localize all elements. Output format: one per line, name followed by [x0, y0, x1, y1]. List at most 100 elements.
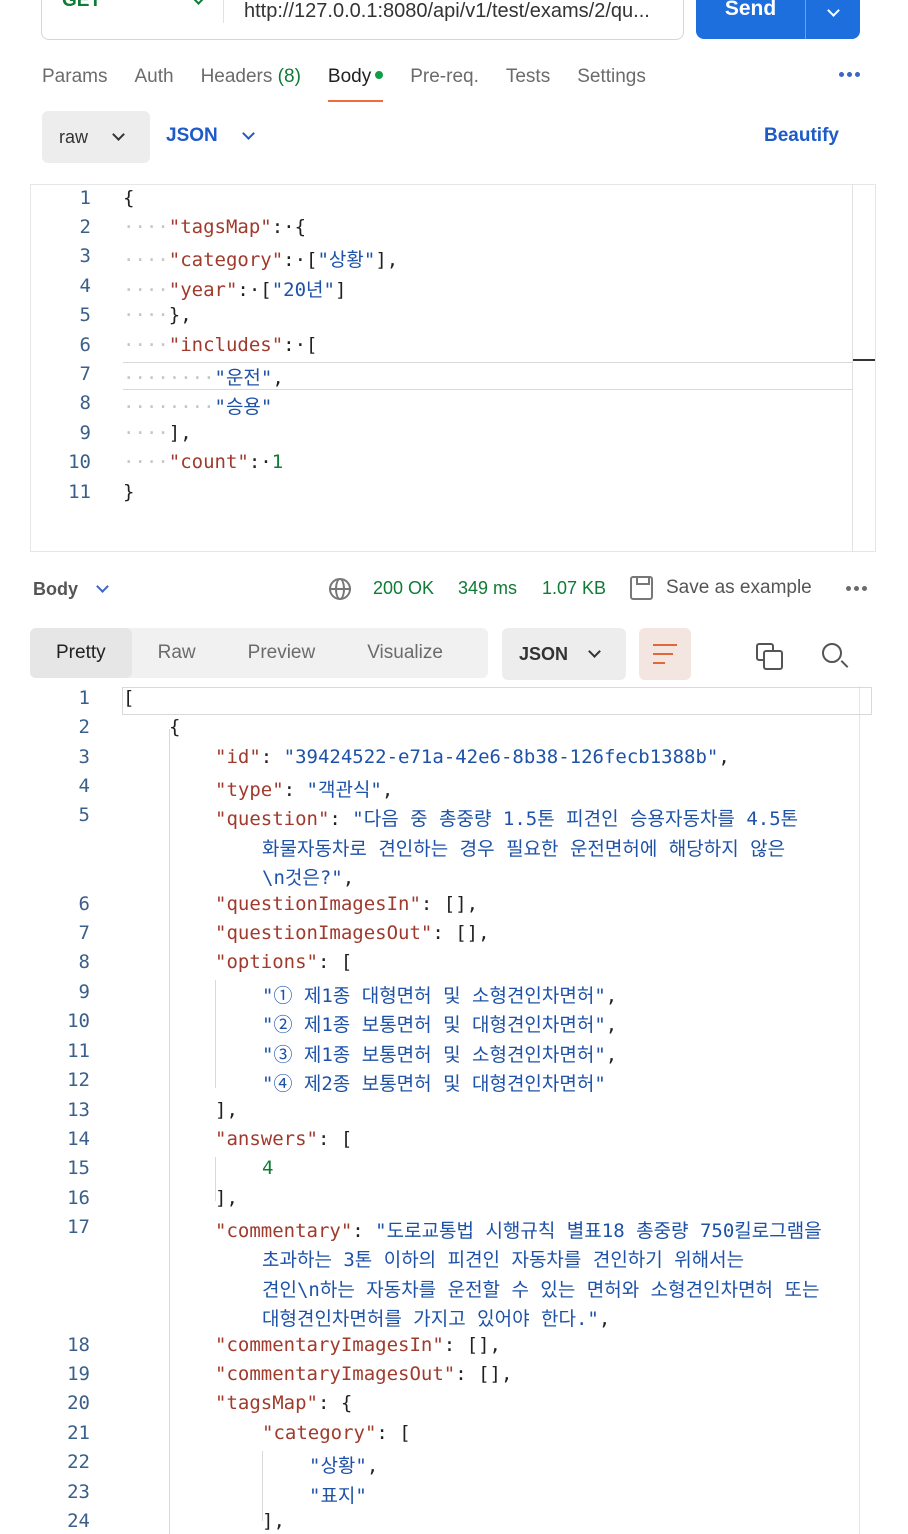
- tab-auth[interactable]: Auth: [134, 62, 173, 102]
- body-mode-label: raw: [59, 126, 89, 147]
- json-string: 견인\n하는 자동차를 운전할 수 있는 면허와 소형견인차면허 또는: [262, 1279, 820, 1301]
- send-options-button[interactable]: [806, 0, 860, 39]
- json-key: "type": [215, 779, 284, 801]
- line-number: 1: [78, 687, 90, 709]
- line-number: 16: [67, 1187, 90, 1209]
- json-string: "20년": [271, 279, 335, 301]
- response-size[interactable]: 1.07 KB: [542, 578, 606, 599]
- tab-headers-label: Headers: [200, 66, 273, 87]
- tab-preview[interactable]: Preview: [222, 628, 342, 678]
- line-number: 7: [78, 922, 90, 944]
- status-badge[interactable]: 200 OK: [373, 578, 434, 599]
- line-number: 14: [67, 1128, 90, 1150]
- url-input[interactable]: http://127.0.0.1:8080/api/v1/test/exams/…: [224, 0, 683, 23]
- chevron-down-icon: [112, 128, 125, 141]
- body-type-bar: raw JSON Beautify: [42, 111, 908, 163]
- wrap-lines-button[interactable]: [639, 628, 691, 680]
- tab-body-label: Body: [327, 66, 372, 87]
- json-string: "승용": [214, 396, 273, 418]
- method-label: GET: [62, 0, 102, 11]
- line-number: 8: [78, 951, 90, 973]
- body-language-select[interactable]: JSON: [166, 125, 255, 147]
- search-icon[interactable]: [822, 643, 842, 663]
- response-format-label: JSON: [519, 643, 569, 664]
- line-number: 5: [78, 804, 90, 826]
- json-number: 4: [262, 1157, 274, 1179]
- json-string: "상황": [317, 249, 376, 271]
- json-string: "④ 제2종 보통면허 및 대형견인차면허": [262, 1073, 606, 1095]
- response-time[interactable]: 349 ms: [458, 578, 517, 599]
- line-number: 9: [79, 422, 91, 444]
- line-number: 10: [68, 451, 91, 473]
- json-string: "① 제1종 대형면허 및 소형견인차면허": [262, 985, 606, 1007]
- body-mode-select[interactable]: raw: [42, 111, 150, 163]
- request-body-editor[interactable]: 1{ 2 ····"tagsMap":·{ 3 ····"category":·["…: [30, 184, 876, 552]
- tab-body[interactable]: Body: [327, 62, 384, 102]
- url-bar: GET http://127.0.0.1:8080/api/v1/test/ex…: [41, 0, 684, 40]
- json-key: "questionImagesIn": [215, 893, 421, 915]
- json-string: "객관식": [306, 779, 382, 801]
- json-key: "count": [168, 451, 249, 473]
- response-body-label: Body: [33, 578, 78, 599]
- line-number: 19: [67, 1363, 90, 1385]
- tab-visualize[interactable]: Visualize: [341, 628, 469, 678]
- copy-icon[interactable]: [756, 643, 783, 670]
- json-string: "② 제1종 보통면허 및 대형견인차면허": [262, 1014, 606, 1036]
- tab-params[interactable]: Params: [42, 62, 107, 102]
- line-number: 9: [78, 981, 90, 1003]
- beautify-button[interactable]: Beautify: [764, 125, 839, 147]
- json-string: "39424522-e71a-42e6-8b38-126fecb1388b": [283, 746, 719, 768]
- chevron-down-icon: [241, 127, 255, 140]
- send-button-group: Send: [696, 0, 860, 39]
- line-number: 18: [67, 1334, 90, 1356]
- json-key: "questionImagesOut": [215, 922, 433, 944]
- json-key: "year": [168, 279, 238, 301]
- response-body-viewer[interactable]: 1[ 2{ 3 "id": "39424522-e71a-42e6-8b38-12…: [30, 686, 884, 1534]
- json-key: "tagsMap": [168, 216, 272, 238]
- tab-headers[interactable]: Headers (8): [201, 62, 301, 102]
- tab-pretty[interactable]: Pretty: [30, 628, 132, 678]
- headers-count-badge: (8): [277, 66, 301, 87]
- globe-icon[interactable]: [329, 578, 351, 600]
- line-number: 1: [79, 187, 91, 209]
- json-key: "commentary": [215, 1220, 353, 1242]
- json-key: "commentaryImagesOut": [215, 1363, 456, 1385]
- response-body-select[interactable]: Body: [33, 578, 109, 600]
- json-string: "③ 제1종 보통면허 및 소형견인차면허": [262, 1044, 606, 1066]
- json-key: "id": [215, 746, 261, 768]
- save-as-example-button[interactable]: Save as example: [666, 577, 812, 599]
- line-number: 12: [67, 1069, 90, 1091]
- json-key: "commentaryImagesIn": [215, 1334, 444, 1356]
- chevron-down-icon: [192, 0, 205, 5]
- line-number: 13: [67, 1099, 90, 1121]
- more-options-icon[interactable]: [846, 586, 867, 591]
- line-number: 6: [79, 334, 91, 356]
- save-icon: [630, 576, 653, 600]
- line-number: 6: [78, 893, 90, 915]
- json-string: "표지": [309, 1485, 367, 1507]
- body-language-label: JSON: [166, 125, 218, 146]
- response-format-select[interactable]: JSON: [502, 628, 626, 680]
- line-number: 8: [79, 392, 91, 414]
- line-number: 5: [79, 304, 91, 326]
- line-number: 4: [78, 775, 90, 797]
- json-key: "includes": [168, 334, 284, 356]
- chevron-down-icon: [826, 4, 840, 17]
- line-number: 11: [68, 481, 91, 503]
- more-options-icon[interactable]: [839, 72, 860, 77]
- json-key: "answers": [215, 1128, 318, 1150]
- request-tabs: Params Auth Headers (8) Body Pre-req. Te…: [42, 62, 860, 102]
- body-indicator-dot: [375, 70, 384, 79]
- response-bar: Body 200 OK 349 ms 1.07 KB Save as examp…: [33, 572, 873, 606]
- method-select[interactable]: GET: [42, 0, 224, 23]
- tab-settings[interactable]: Settings: [577, 62, 646, 102]
- tab-prereq[interactable]: Pre-req.: [410, 62, 479, 102]
- tab-raw[interactable]: Raw: [132, 628, 222, 678]
- line-number: 23: [67, 1481, 90, 1503]
- json-key: "options": [215, 951, 318, 973]
- tab-tests[interactable]: Tests: [506, 62, 550, 102]
- line-number: 4: [79, 275, 91, 297]
- line-number: 20: [67, 1392, 90, 1414]
- send-button[interactable]: Send: [696, 0, 806, 39]
- json-string: "운전": [214, 367, 273, 389]
